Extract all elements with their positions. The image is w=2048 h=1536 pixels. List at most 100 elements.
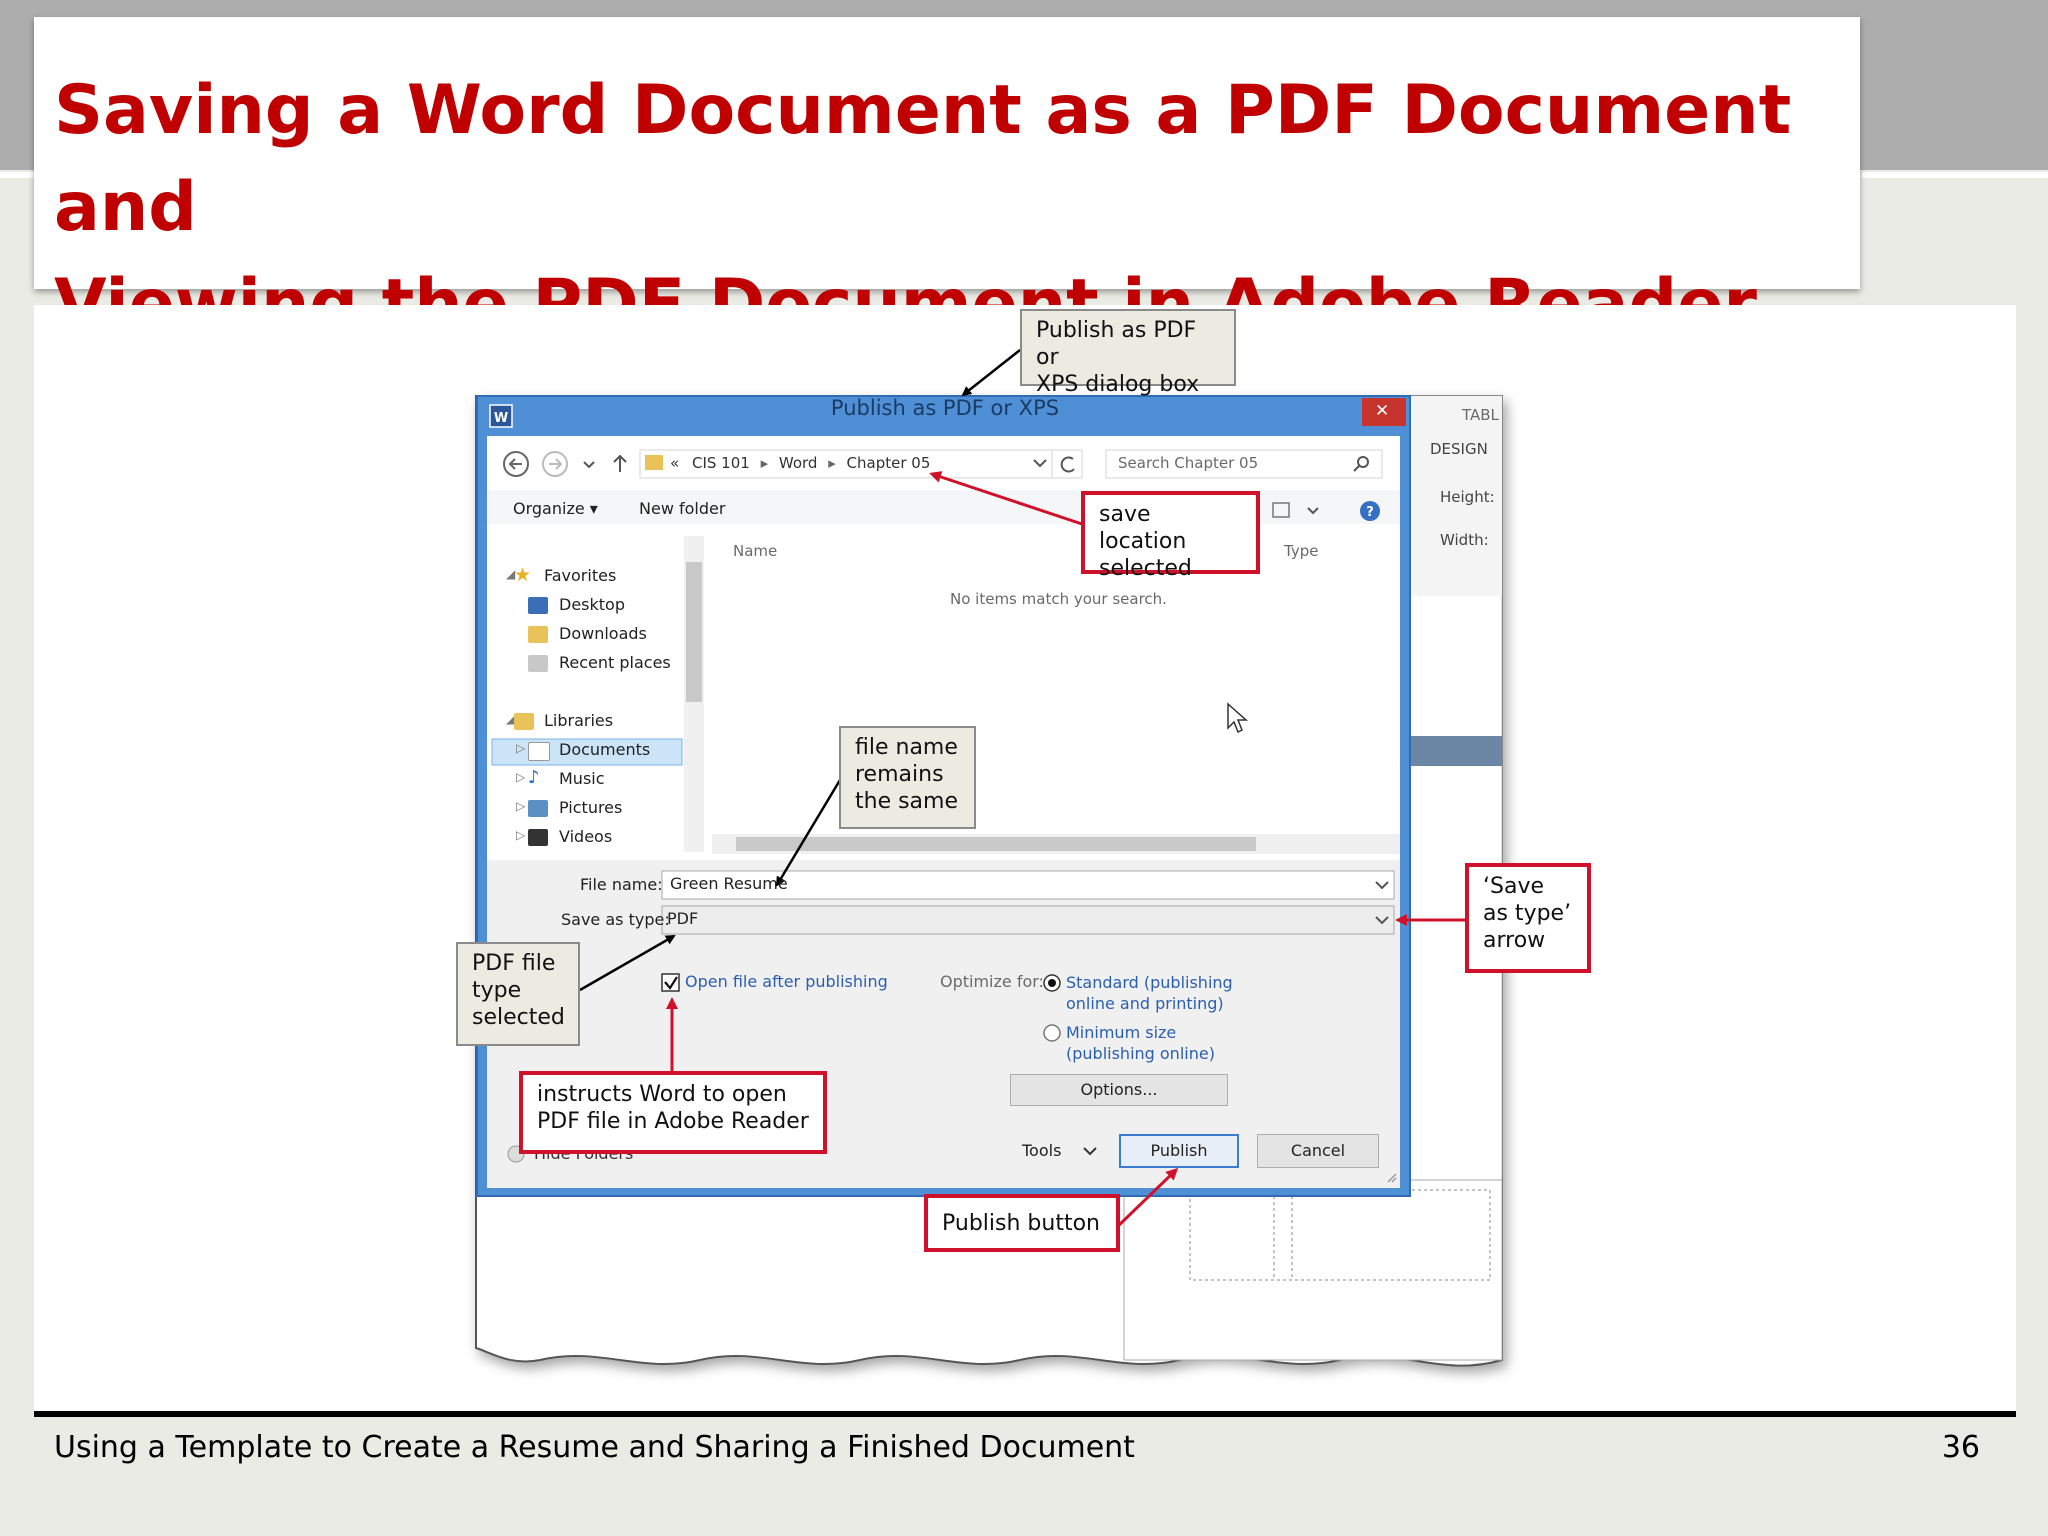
cancel-button[interactable]: Cancel bbox=[1257, 1134, 1379, 1168]
nav-music[interactable]: ▷ ♪ Music bbox=[502, 767, 682, 793]
nav-libraries[interactable]: ◢ Libraries bbox=[502, 709, 682, 735]
file-list-hscroll-thumb bbox=[736, 837, 1256, 851]
callout-line: Publish button bbox=[942, 1211, 1100, 1236]
document-page-behind bbox=[1123, 1179, 1503, 1361]
dialog-box-callout-arrow bbox=[961, 349, 1021, 397]
ribbon-tab-table[interactable]: TABL bbox=[1462, 406, 1499, 424]
callout-line: selected bbox=[472, 1005, 565, 1030]
save-as-type-value[interactable]: PDF bbox=[667, 909, 698, 928]
nav-downloads[interactable]: Downloads bbox=[502, 622, 682, 648]
callout-dialog-box: Publish as PDF or XPS dialog box bbox=[1020, 309, 1236, 397]
file-name-value[interactable]: Green Resume bbox=[670, 874, 788, 893]
expand-icon[interactable]: ▷ bbox=[516, 799, 525, 813]
nav-label: Videos bbox=[559, 827, 613, 846]
libraries-icon bbox=[514, 713, 534, 730]
options-button[interactable]: Options... bbox=[1010, 1074, 1228, 1106]
callout-save-as-type-arrow: ‘Save as type’ arrow bbox=[1465, 863, 1591, 973]
music-icon: ♪ bbox=[528, 767, 540, 788]
downloads-icon bbox=[528, 626, 548, 643]
callout-publish-button: Publish button bbox=[924, 1194, 1120, 1252]
callout-line: selected bbox=[1099, 556, 1192, 581]
nav-videos[interactable]: ▷ Videos bbox=[502, 825, 682, 851]
save-as-type-select[interactable] bbox=[661, 905, 1395, 935]
pictures-icon bbox=[528, 800, 548, 817]
minimum-size-radio[interactable] bbox=[1043, 1024, 1061, 1042]
nav-label: Recent places bbox=[559, 653, 671, 672]
dialog-title: Publish as PDF or XPS bbox=[830, 396, 1060, 420]
callout-line: as type’ bbox=[1483, 901, 1572, 926]
standard-line2: online and printing) bbox=[1066, 994, 1224, 1013]
callout-line: the same bbox=[855, 789, 959, 814]
breadcrumb-overflow[interactable]: « bbox=[670, 454, 679, 472]
breadcrumb-separator-icon: ▸ bbox=[828, 454, 836, 472]
new-folder-button[interactable]: New folder bbox=[639, 499, 725, 518]
ribbon-tab-design[interactable]: DESIGN bbox=[1430, 440, 1488, 458]
close-icon[interactable]: ✕ bbox=[1375, 401, 1389, 421]
callout-line: file name bbox=[855, 735, 958, 760]
nav-label: Pictures bbox=[559, 798, 623, 817]
nav-label: Music bbox=[559, 769, 605, 788]
breadcrumb-chapter05[interactable]: Chapter 05 bbox=[847, 454, 931, 472]
nav-label: Libraries bbox=[544, 711, 614, 730]
documents-icon bbox=[528, 742, 550, 761]
callout-line: arrow bbox=[1483, 928, 1546, 953]
callout-line: PDF file in Adobe Reader bbox=[537, 1109, 809, 1134]
nav-label: Documents bbox=[559, 740, 651, 759]
open-after-publishing-label[interactable]: Open file after publishing bbox=[685, 972, 888, 991]
breadcrumb-separator-icon: ▸ bbox=[760, 454, 769, 472]
breadcrumb: « CIS 101 ▸ Word ▸ Chapter 05 bbox=[670, 454, 930, 472]
footer-rule bbox=[34, 1411, 2016, 1417]
callout-file-name: file name remains the same bbox=[839, 726, 976, 829]
callout-line: instructs Word to open bbox=[537, 1082, 787, 1107]
refresh-button bbox=[1051, 449, 1083, 479]
nav-desktop[interactable]: Desktop bbox=[502, 593, 682, 619]
nav-label: Downloads bbox=[559, 624, 647, 643]
document-gray-band bbox=[1410, 736, 1502, 766]
tools-button[interactable]: Tools bbox=[1022, 1141, 1061, 1160]
breadcrumb-word[interactable]: Word bbox=[779, 454, 818, 472]
column-header-type[interactable]: Type bbox=[1284, 542, 1318, 560]
nav-favorites[interactable]: ◢ ★ Favorites bbox=[502, 564, 682, 590]
command-bar bbox=[487, 490, 1400, 524]
save-as-type-label: Save as type: bbox=[561, 910, 670, 929]
expand-icon[interactable]: ▷ bbox=[516, 770, 525, 784]
nav-label: Favorites bbox=[544, 566, 617, 585]
desktop-icon bbox=[528, 597, 548, 614]
callout-line: save location bbox=[1099, 502, 1187, 554]
expand-icon[interactable]: ▷ bbox=[516, 828, 525, 842]
callout-pdf-type: PDF file type selected bbox=[456, 942, 580, 1046]
minimum-size-option-label[interactable]: Minimum size (publishing online) bbox=[1066, 1022, 1215, 1064]
search-input[interactable]: Search Chapter 05 bbox=[1118, 454, 1258, 472]
nav-documents[interactable]: ▷ Documents bbox=[502, 738, 682, 764]
standard-line1: Standard (publishing bbox=[1066, 973, 1233, 992]
nav-recent-places[interactable]: Recent places bbox=[502, 651, 682, 677]
empty-results-message: No items match your search. bbox=[950, 590, 1167, 608]
folder-icon bbox=[645, 455, 663, 470]
nav-label: Desktop bbox=[559, 595, 625, 614]
dialog-screenshot-figure: W ? bbox=[475, 349, 1503, 1367]
expand-icon[interactable]: ▷ bbox=[516, 741, 525, 755]
breadcrumb-cis101[interactable]: CIS 101 bbox=[692, 454, 750, 472]
minimum-line2: (publishing online) bbox=[1066, 1044, 1215, 1063]
videos-icon bbox=[528, 829, 548, 846]
slide-page-number: 36 bbox=[1941, 1430, 1980, 1465]
callout-line: ‘Save bbox=[1483, 874, 1544, 899]
callout-open-in-reader: instructs Word to open PDF file in Adobe… bbox=[519, 1071, 827, 1154]
optimize-for-label: Optimize for: bbox=[940, 972, 1044, 991]
callout-line: PDF file bbox=[472, 951, 556, 976]
slide-footer: Using a Template to Create a Resume and … bbox=[54, 1430, 1135, 1465]
organize-button[interactable]: Organize ▾ bbox=[513, 499, 598, 518]
callout-line: type bbox=[472, 978, 522, 1003]
callout-line: remains bbox=[855, 762, 944, 787]
recent-places-icon bbox=[528, 655, 548, 672]
minimum-line1: Minimum size bbox=[1066, 1023, 1177, 1042]
svg-text:?: ? bbox=[1366, 505, 1374, 520]
ribbon-height-label: Height: bbox=[1440, 488, 1495, 506]
column-header-name[interactable]: Name bbox=[733, 542, 777, 560]
standard-option-label[interactable]: Standard (publishing online and printing… bbox=[1066, 972, 1233, 1014]
publish-button[interactable]: Publish bbox=[1119, 1134, 1239, 1168]
nav-pictures[interactable]: ▷ Pictures bbox=[502, 796, 682, 822]
file-name-label: File name: bbox=[580, 875, 663, 894]
callout-save-location: save location selected bbox=[1081, 491, 1260, 581]
ribbon-width-label: Width: bbox=[1440, 531, 1489, 549]
